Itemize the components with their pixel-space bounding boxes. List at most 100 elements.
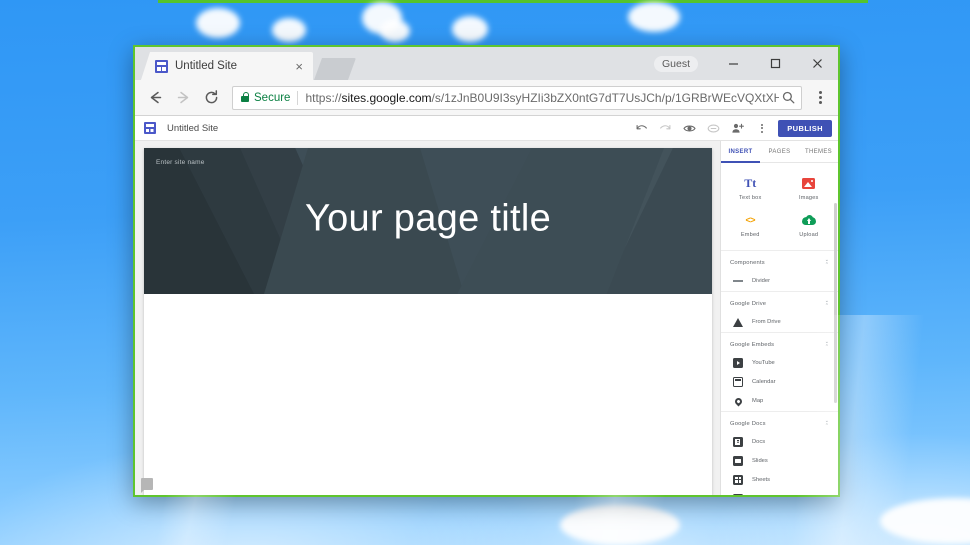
section-header-components[interactable]: Components ⌄ ⌃ <box>721 250 838 272</box>
site-canvas: Enter site name Your page title <box>135 141 720 495</box>
profile-chip[interactable]: Guest <box>653 55 698 72</box>
tab-pages[interactable]: PAGES <box>760 141 799 162</box>
google-sites-logo[interactable] <box>144 122 156 134</box>
page-title[interactable]: Your page title <box>144 198 712 245</box>
tab-insert[interactable]: INSERT <box>721 141 760 163</box>
site-name-field[interactable]: Untitled Site <box>167 123 635 134</box>
site-page-sheet: Enter site name Your page title <box>144 148 712 495</box>
browser-tab-strip: Untitled Site × Guest <box>135 47 838 80</box>
banner-site-name-placeholder[interactable]: Enter site name <box>156 159 205 166</box>
browser-tab[interactable]: Untitled Site × <box>141 52 313 80</box>
insert-upload-button[interactable]: Upload <box>780 207 839 244</box>
collapse-expand-icon[interactable]: ⌄ ⌃ <box>825 340 829 350</box>
section-title: Google Embeds <box>730 341 775 348</box>
cloud-shape <box>272 18 306 42</box>
cloud-shape <box>628 2 680 32</box>
window-controls: Guest <box>653 47 838 80</box>
insert-calendar-item[interactable]: Calendar <box>721 373 838 392</box>
section-header-google-embeds[interactable]: Google Embeds ⌄ ⌃ <box>721 332 838 354</box>
quick-item-label: Images <box>798 195 819 201</box>
vertical-dots-icon[interactable] <box>755 122 768 135</box>
sites-favicon-icon <box>155 59 168 73</box>
url-path: /s/1zJnB0U9I3syHZIi3bZX0ntG7dT7UsJCh/p/1… <box>431 90 779 105</box>
google-slides-icon <box>733 456 743 466</box>
reload-icon[interactable] <box>198 85 224 111</box>
cloud-shape <box>880 498 970 544</box>
list-item-label: From Drive <box>752 319 781 325</box>
feedback-icon[interactable] <box>141 478 153 493</box>
quick-item-label: Text box <box>739 195 762 201</box>
insert-text-box-button[interactable]: Tt Text box <box>721 170 780 207</box>
url-host: sites.google.com <box>341 90 432 105</box>
page-header-banner[interactable]: Enter site name Your page title <box>144 148 712 294</box>
redo-icon[interactable] <box>659 122 672 135</box>
sites-editor-toolbar: Untitled Site PUBLISH <box>135 116 838 141</box>
upload-cloud-icon <box>801 213 816 227</box>
google-docs-icon <box>733 437 743 447</box>
page-viewport: Untitled Site PUBLISH Enter site name Yo… <box>135 116 838 495</box>
browser-tab-title: Untitled Site <box>175 60 238 72</box>
panel-tab-bar: INSERT PAGES THEMES <box>721 141 838 163</box>
close-tab-icon[interactable]: × <box>291 60 307 73</box>
insert-forms-item[interactable]: Forms <box>721 490 838 495</box>
omnibox-divider <box>297 90 299 105</box>
forward-arrow-icon <box>170 85 196 111</box>
list-item-label: Docs <box>752 439 766 445</box>
youtube-icon <box>733 358 743 368</box>
insert-panel: INSERT PAGES THEMES Tt Text box Images <… <box>720 141 838 495</box>
editor-action-icons <box>635 122 768 135</box>
address-bar[interactable]: Secure https://sites.google.com/s/1zJnB0… <box>232 85 802 110</box>
insert-docs-item[interactable]: Docs <box>721 433 838 452</box>
tab-themes[interactable]: THEMES <box>799 141 838 162</box>
url-scheme: https:// <box>305 90 342 105</box>
link-icon[interactable] <box>707 122 720 135</box>
editor-body: Enter site name Your page title INSERT P… <box>135 141 838 495</box>
person-add-icon[interactable] <box>731 122 745 135</box>
chrome-menu-icon[interactable] <box>809 85 831 111</box>
images-icon <box>802 176 816 190</box>
collapse-expand-icon[interactable]: ⌄ ⌃ <box>825 419 829 429</box>
list-item-label: YouTube <box>752 360 775 366</box>
quick-item-label: Embed <box>740 232 760 238</box>
search-icon[interactable] <box>779 89 797 107</box>
cloud-shape <box>196 8 240 38</box>
calendar-icon <box>733 377 743 387</box>
section-title: Google Docs <box>730 420 766 427</box>
list-item-label: Slides <box>752 458 768 464</box>
undo-icon[interactable] <box>635 122 648 135</box>
list-item-label: Map <box>752 398 764 404</box>
insert-slides-item[interactable]: Slides <box>721 452 838 471</box>
insert-from-drive-item[interactable]: From Drive <box>721 313 838 332</box>
quick-item-label: Upload <box>799 232 819 238</box>
publish-button[interactable]: PUBLISH <box>778 119 832 137</box>
insert-images-button[interactable]: Images <box>780 170 839 207</box>
section-title: Components <box>730 259 765 266</box>
insert-embed-button[interactable]: <> Embed <box>721 207 780 244</box>
google-sheets-icon <box>733 475 743 485</box>
minimize-icon[interactable] <box>712 47 754 80</box>
insert-divider-item[interactable]: Divider <box>721 272 838 291</box>
eye-icon[interactable] <box>683 122 696 135</box>
insert-map-item[interactable]: Map <box>721 392 838 411</box>
insert-panel-scroll-area: Tt Text box Images <> Embed Upload Compo… <box>721 163 838 495</box>
panel-scrollbar[interactable] <box>834 203 837 403</box>
insert-sheets-item[interactable]: Sheets <box>721 471 838 490</box>
back-arrow-icon[interactable] <box>142 85 168 111</box>
map-pin-icon <box>733 396 743 406</box>
close-icon[interactable] <box>796 47 838 80</box>
text-box-icon: Tt <box>744 176 757 190</box>
collapse-expand-icon[interactable]: ⌄ ⌃ <box>825 299 829 309</box>
window-top-accent-strip <box>158 0 868 3</box>
maximize-icon[interactable] <box>754 47 796 80</box>
collapse-expand-icon[interactable]: ⌄ ⌃ <box>825 258 829 268</box>
embed-code-icon: <> <box>745 215 755 225</box>
lock-icon <box>241 91 250 102</box>
insert-youtube-item[interactable]: YouTube <box>721 354 838 373</box>
cloud-shape <box>380 20 410 42</box>
new-tab-button[interactable] <box>314 58 356 80</box>
google-drive-icon <box>733 317 743 327</box>
browser-toolbar: Secure https://sites.google.com/s/1zJnB0… <box>135 80 838 116</box>
section-header-google-docs[interactable]: Google Docs ⌄ ⌃ <box>721 411 838 433</box>
page-content-area[interactable] <box>144 294 712 495</box>
section-header-google-drive[interactable]: Google Drive ⌄ ⌃ <box>721 291 838 313</box>
